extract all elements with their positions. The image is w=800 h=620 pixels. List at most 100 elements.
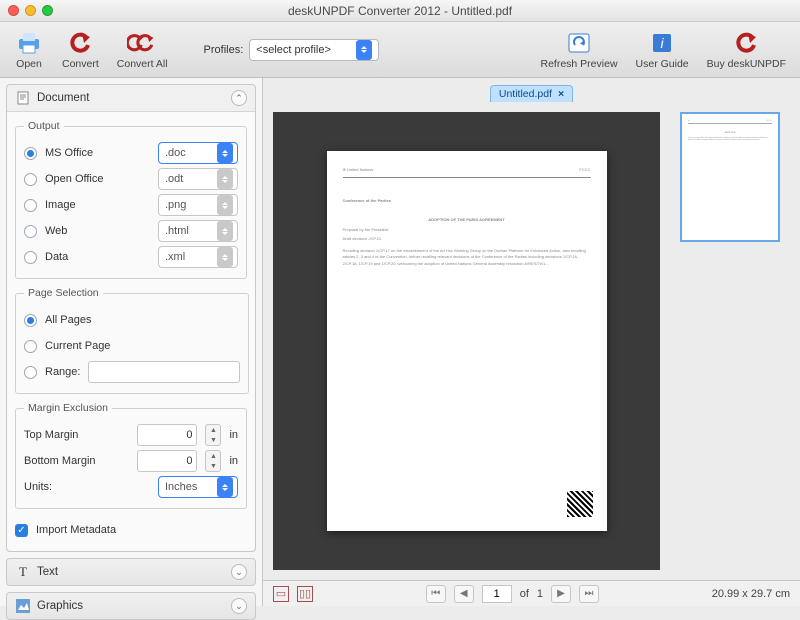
close-tab-icon[interactable]: × <box>558 88 564 100</box>
margin-legend: Margin Exclusion <box>24 402 112 414</box>
chevron-down-icon: ⌄ <box>231 564 247 580</box>
graphics-panel-header[interactable]: Graphics ⌄ <box>7 593 255 619</box>
thumbnail-strip: ⊕FCCC ADOPTION Lorem ipsum dolor sit ame… <box>670 112 790 570</box>
pager-of: of <box>520 588 529 600</box>
chevron-up-icon: ⌃ <box>231 90 247 106</box>
range-row[interactable]: Range: <box>24 359 240 385</box>
convert-icon <box>65 30 95 56</box>
unit-suffix: in <box>229 455 238 467</box>
import-metadata-checkbox[interactable]: ✓ <box>15 524 28 537</box>
radio-openoffice[interactable] <box>24 173 37 186</box>
format-select-doc[interactable]: .doc <box>158 142 238 164</box>
graphics-panel-title: Graphics <box>37 600 83 612</box>
format-select-xml[interactable]: .xml <box>158 246 238 268</box>
top-margin-row: Top Margin ▲▼ in <box>24 422 238 448</box>
graphics-panel: Graphics ⌄ <box>6 592 256 620</box>
bottom-margin-label: Bottom Margin <box>24 455 129 467</box>
main-area: Untitled.pdf × ⊕ United NationsFCCC Conf… <box>263 78 800 606</box>
radio-label: All Pages <box>45 314 91 326</box>
user-guide-button[interactable]: i User Guide <box>636 30 689 70</box>
text-panel-header[interactable]: T Text ⌄ <box>7 559 255 585</box>
radio-data[interactable] <box>24 251 37 264</box>
radio-label: Web <box>45 225 150 237</box>
convert-all-button[interactable]: Convert All <box>117 30 168 70</box>
first-page-button[interactable]: ⏮ <box>426 585 446 603</box>
format-select-png[interactable]: .png <box>158 194 238 216</box>
open-label: Open <box>16 58 42 70</box>
current-page-row[interactable]: Current Page <box>24 333 240 359</box>
preview-canvas[interactable]: ⊕ United NationsFCCC Conference of the P… <box>273 112 660 570</box>
radio-label: MS Office <box>45 147 150 159</box>
view-facing-icon[interactable]: ▯▯ <box>297 586 313 602</box>
profiles-label: Profiles: <box>204 44 244 56</box>
refresh-preview-button[interactable]: Refresh Preview <box>541 30 618 70</box>
radio-msoffice[interactable] <box>24 147 37 160</box>
refresh-label: Refresh Preview <box>541 58 618 70</box>
page-selection-legend: Page Selection <box>24 287 103 299</box>
bottom-margin-row: Bottom Margin ▲▼ in <box>24 448 238 474</box>
info-icon: i <box>647 30 677 56</box>
radio-label: Data <box>45 251 150 263</box>
pager-total: 1 <box>537 588 543 600</box>
convert-all-label: Convert All <box>117 58 168 70</box>
last-page-button[interactable]: ⏭ <box>579 585 599 603</box>
convert-button[interactable]: Convert <box>62 30 99 70</box>
all-pages-row[interactable]: All Pages <box>24 307 240 333</box>
output-data[interactable]: Data .xml <box>24 244 238 270</box>
import-metadata-row[interactable]: ✓ Import Metadata <box>15 517 247 543</box>
units-select[interactable]: Inches <box>158 476 238 498</box>
bottom-margin-stepper[interactable]: ▲▼ <box>205 450 221 472</box>
radio-all-pages[interactable] <box>24 314 37 327</box>
buy-button[interactable]: Buy deskUNPDF <box>707 30 786 70</box>
profiles-select[interactable]: <select profile> <box>249 39 379 61</box>
top-margin-stepper[interactable]: ▲▼ <box>205 424 221 446</box>
chevron-updown-icon <box>217 221 233 241</box>
text-panel-title: Text <box>37 566 58 578</box>
chevron-updown-icon <box>356 40 372 60</box>
page-preview: ⊕ United NationsFCCC Conference of the P… <box>327 151 607 531</box>
radio-current-page[interactable] <box>24 340 37 353</box>
radio-range[interactable] <box>24 366 37 379</box>
document-tab[interactable]: Untitled.pdf × <box>490 85 573 102</box>
output-web[interactable]: Web .html <box>24 218 238 244</box>
text-icon: T <box>15 564 31 580</box>
radio-image[interactable] <box>24 199 37 212</box>
page-number-input[interactable] <box>482 585 512 603</box>
next-page-button[interactable]: ▶ <box>551 585 571 603</box>
top-margin-label: Top Margin <box>24 429 129 441</box>
view-single-icon[interactable]: ▭ <box>273 586 289 602</box>
qr-code-icon <box>567 491 593 517</box>
output-msoffice[interactable]: MS Office .doc <box>24 140 238 166</box>
page-thumbnail[interactable]: ⊕FCCC ADOPTION Lorem ipsum dolor sit ame… <box>680 112 780 242</box>
radio-label: Current Page <box>45 340 110 352</box>
radio-label: Open Office <box>45 173 150 185</box>
output-group: Output MS Office .doc Open Office .odt I… <box>15 120 247 279</box>
chevron-updown-icon <box>217 477 233 497</box>
chevron-down-icon: ⌄ <box>231 598 247 614</box>
guide-label: User Guide <box>636 58 689 70</box>
document-panel: Document ⌃ Output MS Office .doc Open Of… <box>6 84 256 552</box>
units-row: Units: Inches <box>24 474 238 500</box>
document-tab-label: Untitled.pdf <box>499 88 552 100</box>
output-openoffice[interactable]: Open Office .odt <box>24 166 238 192</box>
range-input[interactable] <box>88 361 240 383</box>
printer-icon <box>14 30 44 56</box>
graphics-icon <box>15 598 31 614</box>
page-dimensions: 20.99 x 29.7 cm <box>712 588 790 600</box>
open-button[interactable]: Open <box>14 30 44 70</box>
import-metadata-label: Import Metadata <box>36 524 116 536</box>
top-margin-input[interactable] <box>137 424 197 446</box>
refresh-icon <box>564 30 594 56</box>
buy-icon <box>731 30 761 56</box>
document-panel-header[interactable]: Document ⌃ <box>7 85 255 111</box>
format-select-odt[interactable]: .odt <box>158 168 238 190</box>
content: Document ⌃ Output MS Office .doc Open Of… <box>0 78 800 606</box>
bottom-margin-input[interactable] <box>137 450 197 472</box>
format-select-html[interactable]: .html <box>158 220 238 242</box>
statusbar: ▭ ▯▯ ⏮ ◀ of 1 ▶ ⏭ 20.99 x 29.7 cm <box>263 580 800 606</box>
radio-web[interactable] <box>24 225 37 238</box>
chevron-updown-icon <box>217 247 233 267</box>
chevron-updown-icon <box>217 169 233 189</box>
output-image[interactable]: Image .png <box>24 192 238 218</box>
prev-page-button[interactable]: ◀ <box>454 585 474 603</box>
